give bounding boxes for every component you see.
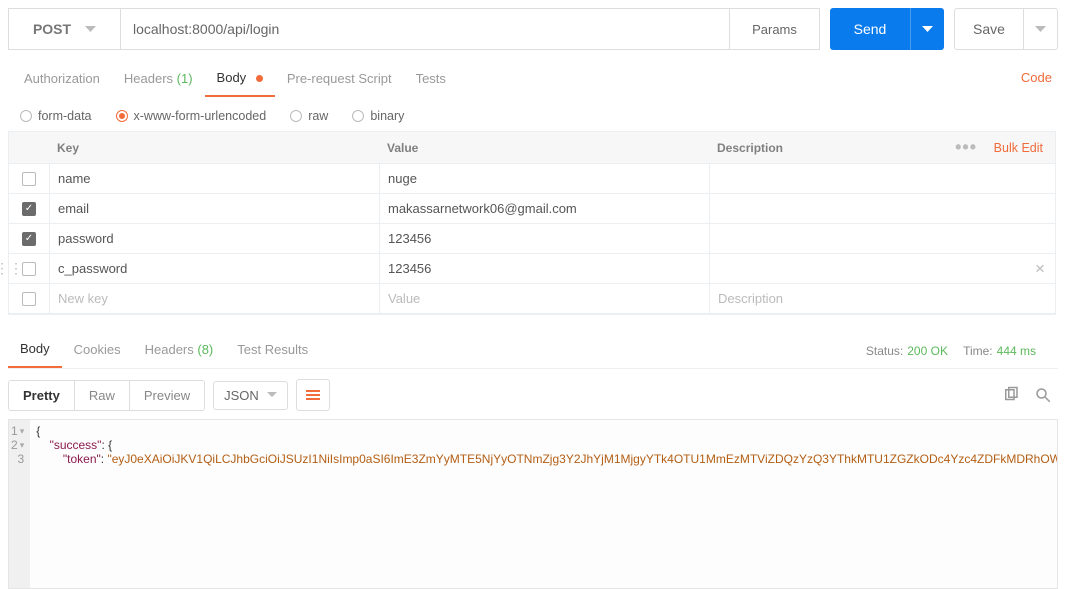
kv-checkbox[interactable] xyxy=(22,232,36,246)
kv-row: namenuge xyxy=(9,164,1055,194)
bodytype-binary[interactable]: binary xyxy=(352,109,404,123)
resp-tab-body[interactable]: Body xyxy=(8,333,62,368)
kv-key-cell[interactable]: email xyxy=(49,194,379,223)
view-pretty[interactable]: Pretty xyxy=(9,381,74,410)
lang-label: JSON xyxy=(224,388,259,403)
chevron-down-icon xyxy=(267,392,277,398)
kv-more-icon[interactable]: ••• xyxy=(955,137,977,158)
kv-desc-cell[interactable] xyxy=(709,254,1025,283)
tab-headers-label: Headers xyxy=(124,71,173,86)
kv-new-row: New key Value Description xyxy=(9,284,1055,314)
time-value: 444 ms xyxy=(997,344,1036,358)
kv-row: emailmakassarnetwork06@gmail.com xyxy=(9,194,1055,224)
kv-key-cell[interactable]: name xyxy=(49,164,379,193)
kv-col-value: Value xyxy=(379,141,709,155)
url-input[interactable] xyxy=(120,8,730,50)
drag-handle-icon[interactable]: ⋮⋮ xyxy=(0,260,23,277)
line-gutter: 1▾ 2▾ 3 xyxy=(9,420,30,588)
fold-icon[interactable]: ▾ xyxy=(20,424,25,438)
kv-desc-cell[interactable] xyxy=(709,194,1025,223)
wrap-icon xyxy=(306,394,320,396)
view-raw[interactable]: Raw xyxy=(74,381,129,410)
chevron-down-icon xyxy=(1035,26,1046,33)
time-label: Time: xyxy=(963,344,993,358)
tab-authorization[interactable]: Authorization xyxy=(12,65,112,96)
view-mode-segment: Pretty Raw Preview xyxy=(8,380,205,411)
params-button[interactable]: Params xyxy=(730,8,820,50)
kv-row: password123456 xyxy=(9,224,1055,254)
bodytype-form-data-label: form-data xyxy=(38,109,92,123)
bodytype-binary-label: binary xyxy=(370,109,404,123)
kv-row-delete[interactable]: × xyxy=(1025,259,1055,279)
send-button[interactable]: Send xyxy=(830,8,910,50)
code-link[interactable]: Code xyxy=(1021,70,1052,85)
kv-col-key: Key xyxy=(49,141,379,155)
kv-new-value[interactable]: Value xyxy=(379,284,709,313)
view-preview[interactable]: Preview xyxy=(129,381,204,410)
bodytype-form-data[interactable]: form-data xyxy=(20,109,92,123)
kv-value-cell[interactable]: nuge xyxy=(379,164,709,193)
send-more-button[interactable] xyxy=(910,8,944,50)
response-body: 1▾ 2▾ 3 { "success": { "token": "eyJ0eXA… xyxy=(8,419,1058,589)
chevron-down-icon xyxy=(922,26,933,33)
kv-value-cell[interactable]: 123456 xyxy=(379,254,709,283)
kv-new-desc[interactable]: Description xyxy=(709,284,1025,313)
status-label: Status: xyxy=(866,344,903,358)
tab-headers-count: (1) xyxy=(177,71,193,86)
kv-col-desc: Description xyxy=(717,141,783,155)
search-icon[interactable] xyxy=(1034,386,1052,404)
kv-desc-cell[interactable] xyxy=(709,164,1025,193)
resp-tab-test-results[interactable]: Test Results xyxy=(225,334,320,367)
tab-body-dot-icon xyxy=(256,75,263,82)
kv-value-cell[interactable]: 123456 xyxy=(379,224,709,253)
kv-key-cell[interactable]: c_password xyxy=(49,254,379,283)
kv-checkbox[interactable] xyxy=(22,172,36,186)
resp-tab-headers[interactable]: Headers (8) xyxy=(133,334,226,367)
kv-desc-cell[interactable] xyxy=(709,224,1025,253)
wrap-toggle[interactable] xyxy=(296,379,330,411)
copy-icon[interactable] xyxy=(1002,386,1020,404)
tab-prerequest[interactable]: Pre-request Script xyxy=(275,65,404,96)
kv-table: Key Value Description ••• Bulk Edit name… xyxy=(8,131,1056,315)
http-method-label: POST xyxy=(33,21,71,37)
resp-tab-headers-label: Headers xyxy=(145,342,194,357)
kv-checkbox-new[interactable] xyxy=(22,292,36,306)
bodytype-raw-label: raw xyxy=(308,109,328,123)
bodytype-x-www-label: x-www-form-urlencoded xyxy=(134,109,267,123)
lang-select[interactable]: JSON xyxy=(213,381,288,410)
kv-checkbox[interactable] xyxy=(22,202,36,216)
kv-key-cell[interactable]: password xyxy=(49,224,379,253)
bodytype-raw[interactable]: raw xyxy=(290,109,328,123)
tab-body[interactable]: Body xyxy=(205,64,275,97)
bodytype-x-www[interactable]: x-www-form-urlencoded xyxy=(116,109,267,123)
tab-tests[interactable]: Tests xyxy=(404,65,458,96)
http-method-select[interactable]: POST xyxy=(8,8,120,50)
kv-checkbox[interactable] xyxy=(22,262,36,276)
tab-headers[interactable]: Headers (1) xyxy=(112,65,205,96)
resp-tab-cookies[interactable]: Cookies xyxy=(62,334,133,367)
resp-tab-headers-count: (8) xyxy=(197,342,213,357)
tab-body-label: Body xyxy=(217,70,247,85)
save-more-button[interactable] xyxy=(1024,8,1058,50)
status-value: 200 OK xyxy=(907,344,948,358)
kv-row: ⋮⋮c_password123456× xyxy=(9,254,1055,284)
fold-icon[interactable]: ▾ xyxy=(20,438,25,452)
kv-value-cell[interactable]: makassarnetwork06@gmail.com xyxy=(379,194,709,223)
resp-meta: Status: 200 OK Time: 444 ms xyxy=(866,344,1058,358)
save-button[interactable]: Save xyxy=(954,8,1024,50)
chevron-down-icon xyxy=(85,26,96,33)
kv-new-key[interactable]: New key xyxy=(49,284,379,313)
bulk-edit-link[interactable]: Bulk Edit xyxy=(985,141,1055,155)
